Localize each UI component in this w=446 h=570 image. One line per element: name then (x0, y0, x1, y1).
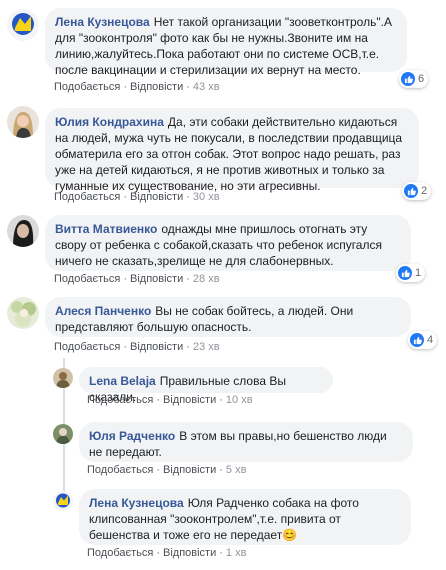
comment-bubble: Lena Belaja Правильные слова Вы сказали. (79, 367, 333, 404)
comment-bubble: Витта Матвиенко однажды мне пришлось отог… (45, 215, 411, 271)
comment-bubble: Юля Радченко В этом вы правы,но бешенство… (79, 422, 413, 462)
separator-dot: · (123, 341, 127, 353)
profile-picture-icon (7, 215, 39, 247)
separator-dot: · (186, 191, 190, 203)
profile-picture-icon (53, 491, 73, 511)
comment-author[interactable]: Юлия Кондрахина (55, 115, 164, 129)
reply: Юля Радченко В этом вы правы,но бешенство… (0, 418, 446, 488)
timestamp[interactable]: 30 хв (193, 191, 220, 203)
reactions-number: 2 (421, 185, 428, 197)
profile-picture-icon (7, 297, 39, 329)
separator-dot: · (123, 191, 127, 203)
comment: Юлия Кондрахина Да, эти собаки действител… (0, 100, 446, 205)
comment-actions: Подобається · Відповісти · 28 хв (54, 273, 220, 285)
comment: Витта Матвиенко однажды мне пришлось отог… (0, 208, 446, 293)
smile-emoji-icon: 😊 (282, 528, 298, 542)
comment-actions: Подобається · Відповісти · 30 хв (54, 191, 220, 203)
reply-link[interactable]: Відповісти (130, 81, 183, 93)
reply: Lena Belaja Правильные слова Вы сказали. … (0, 362, 446, 416)
separator-dot: · (186, 273, 190, 285)
like-icon (401, 72, 415, 86)
like-link[interactable]: Подобається (87, 547, 153, 559)
separator-dot: · (156, 464, 160, 476)
profile-picture-icon (53, 368, 73, 388)
comment-actions: Подобається · Відповісти · 10 хв (87, 394, 253, 406)
comment-actions: Подобається · Відповісти · 43 хв (54, 81, 220, 93)
comment-actions: Подобається · Відповісти · 23 хв (54, 341, 220, 353)
avatar[interactable] (7, 297, 39, 329)
reply-link[interactable]: Відповісти (130, 341, 183, 353)
reactions-count[interactable]: 2 (402, 182, 432, 200)
separator-dot: · (123, 273, 127, 285)
like-link[interactable]: Подобається (87, 464, 153, 476)
comment-author[interactable]: Лена Кузнецова (89, 496, 184, 510)
separator-dot: · (186, 341, 190, 353)
reactions-count[interactable]: 4 (408, 331, 438, 349)
reply-link[interactable]: Відповісти (130, 191, 183, 203)
avatar[interactable] (53, 424, 73, 444)
reactions-number: 6 (418, 73, 425, 85)
avatar[interactable] (53, 491, 73, 511)
like-link[interactable]: Подобається (87, 394, 153, 406)
reactions-number: 4 (427, 334, 434, 346)
avatar[interactable] (7, 9, 39, 41)
avatar[interactable] (7, 215, 39, 247)
like-icon (410, 333, 424, 347)
comment-bubble: Юлия Кондрахина Да, эти собаки действител… (45, 108, 419, 193)
reactions-count[interactable]: 6 (399, 70, 429, 88)
profile-picture-icon (7, 9, 39, 41)
reactions-count[interactable]: 1 (396, 264, 426, 282)
comment: Алеся Панченко Вы не собак бойтесь, а люд… (0, 293, 446, 358)
reply-link[interactable]: Відповісти (130, 273, 183, 285)
like-icon (404, 184, 418, 198)
comment-actions: Подобається · Відповісти · 1 хв (87, 547, 246, 559)
comment-actions: Подобається · Відповісти · 5 хв (87, 464, 246, 476)
separator-dot: · (219, 547, 223, 559)
separator-dot: · (123, 81, 127, 93)
timestamp[interactable]: 43 хв (193, 81, 220, 93)
separator-dot: · (156, 394, 160, 406)
comment-bubble: Лена Кузнецова Нет такой организации "зоо… (45, 8, 407, 77)
comment-author[interactable]: Lena Belaja (89, 374, 156, 388)
like-icon (398, 266, 412, 280)
like-link[interactable]: Подобається (54, 273, 120, 285)
timestamp[interactable]: 28 хв (193, 273, 220, 285)
comment-author[interactable]: Витта Матвиенко (55, 222, 157, 236)
profile-picture-icon (7, 106, 39, 138)
reply-link[interactable]: Відповісти (163, 464, 216, 476)
comment-bubble: Алеся Панченко Вы не собак бойтесь, а люд… (45, 297, 411, 337)
like-link[interactable]: Подобається (54, 341, 120, 353)
comment-author[interactable]: Лена Кузнецова (55, 15, 150, 29)
timestamp[interactable]: 10 хв (226, 394, 253, 406)
profile-picture-icon (53, 424, 73, 444)
reply-link[interactable]: Відповісти (163, 547, 216, 559)
reply: Лена Кузнецова Юля Радченко собака на фот… (0, 486, 446, 570)
avatar[interactable] (53, 368, 73, 388)
comment-author[interactable]: Алеся Панченко (55, 304, 151, 318)
like-link[interactable]: Подобається (54, 191, 120, 203)
comment: Лена Кузнецова Нет такой организации "зоо… (0, 0, 446, 95)
separator-dot: · (219, 394, 223, 406)
timestamp[interactable]: 23 хв (193, 341, 220, 353)
reply-link[interactable]: Відповісти (163, 394, 216, 406)
timestamp[interactable]: 1 хв (226, 547, 247, 559)
like-link[interactable]: Подобається (54, 81, 120, 93)
comment-bubble: Лена Кузнецова Юля Радченко собака на фот… (79, 489, 411, 545)
comment-author[interactable]: Юля Радченко (89, 429, 175, 443)
avatar[interactable] (7, 106, 39, 138)
separator-dot: · (219, 464, 223, 476)
timestamp[interactable]: 5 хв (226, 464, 247, 476)
separator-dot: · (186, 81, 190, 93)
separator-dot: · (156, 547, 160, 559)
reactions-number: 1 (415, 267, 422, 279)
